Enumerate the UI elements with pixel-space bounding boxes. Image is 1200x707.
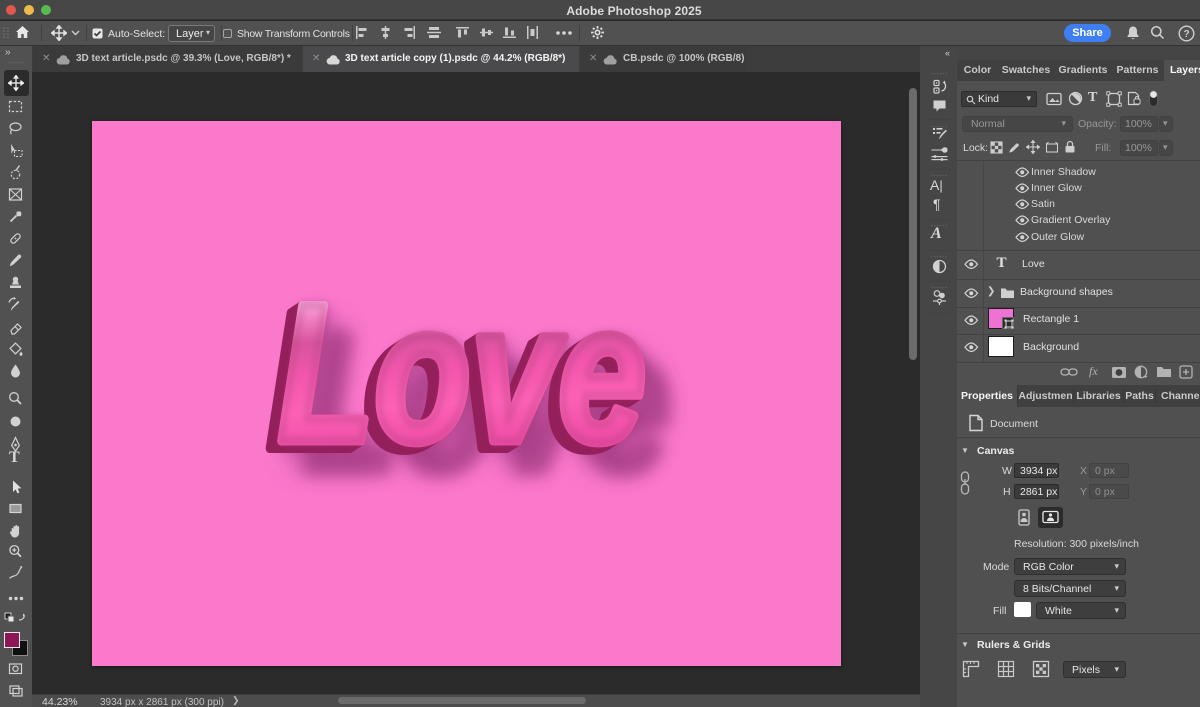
svg-text:?: ? (1183, 29, 1189, 40)
